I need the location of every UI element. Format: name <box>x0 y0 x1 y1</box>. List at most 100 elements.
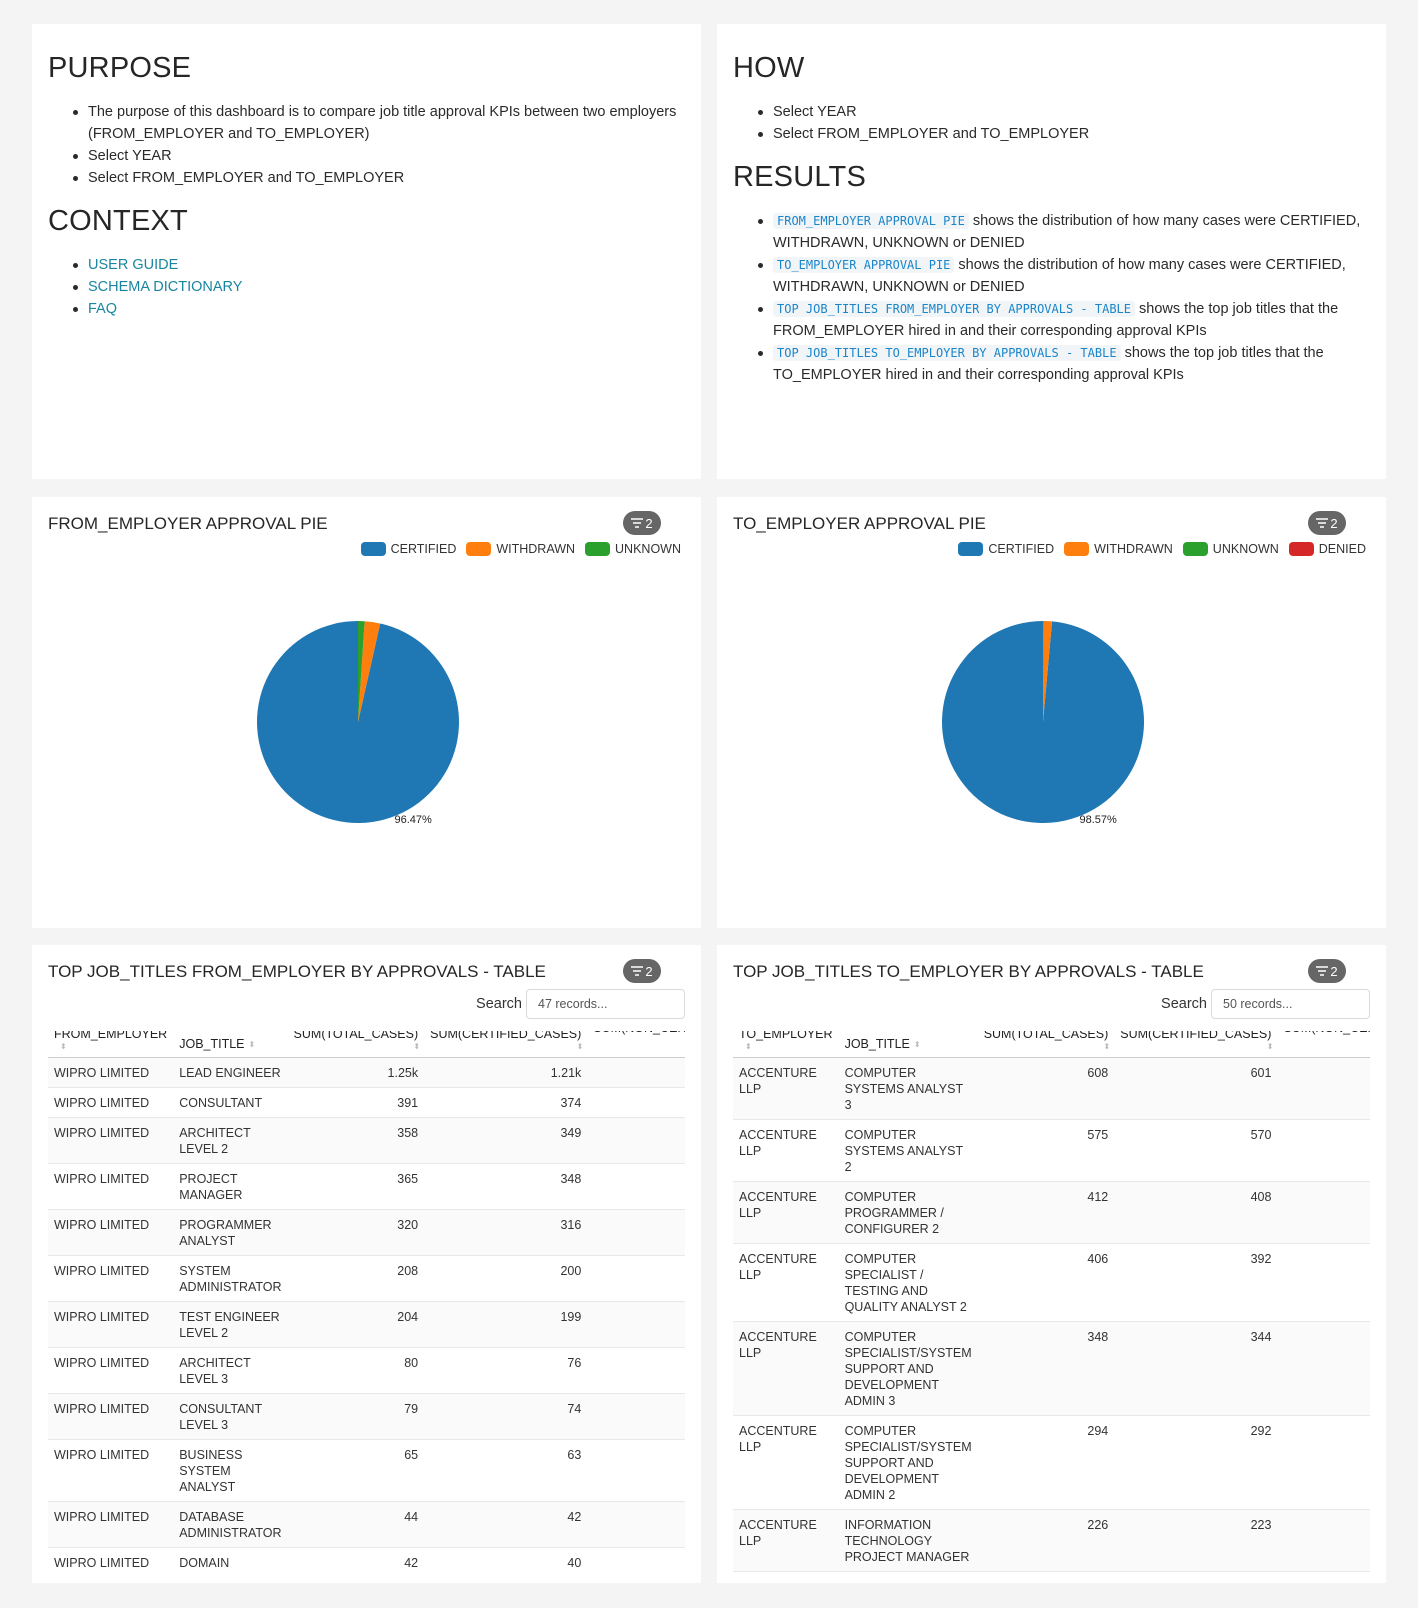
sort-icon[interactable]: ⬍ <box>1124 1043 1274 1051</box>
table-cell: BUSINESS SYSTEM ANALYST <box>173 1439 288 1502</box>
table-row[interactable]: WIPRO LIMITED DATABASE ADMINISTRATOR 44 42 <box>48 1501 685 1548</box>
context-item: USER GUIDE <box>72 254 685 276</box>
table-cell: 199 <box>424 1301 588 1348</box>
column-header[interactable]: SUM(CERTIFIED_CASES) ⬍ <box>1114 1031 1278 1058</box>
table-row[interactable]: WIPRO LIMITED SYSTEM ADMINISTRATOR 208 200 <box>48 1255 685 1302</box>
filter-icon <box>631 966 644 976</box>
table-row[interactable]: ACCENTURE LLP COMPUTER SYSTEMS ANALYST 36… <box>733 1057 1370 1120</box>
table-cell <box>587 1393 685 1440</box>
table-cell: INFORMATION TECHNOLOGY PROJECT MANAGER <box>838 1509 978 1572</box>
table-cell: 392 <box>1114 1243 1278 1322</box>
sort-icon[interactable]: ⬍ <box>745 1043 833 1051</box>
table-row[interactable]: WIPRO LIMITED CONSULTANT LEVEL 3 79 74 <box>48 1393 685 1440</box>
schema-dictionary-link[interactable]: SCHEMA DICTIONARY <box>88 279 242 295</box>
table-cell: WIPRO LIMITED <box>48 1547 174 1573</box>
table-row[interactable]: WIPRO LIMITED PROGRAMMER ANALYST 320 316 <box>48 1209 685 1256</box>
table-cell: 316 <box>424 1209 588 1256</box>
table-cell: 79 <box>287 1393 425 1440</box>
how-item: Select YEAR <box>757 101 1370 123</box>
table-cell: 294 <box>977 1415 1115 1510</box>
user-guide-link[interactable]: USER GUIDE <box>88 257 178 273</box>
table-row[interactable]: WIPRO LIMITED BUSINESS SYSTEM ANALYST 65 63 <box>48 1439 685 1502</box>
table-row[interactable]: ACCENTURE LLP COMPUTER SYSTEMS ANALYST 25… <box>733 1119 1370 1182</box>
table-row[interactable]: WIPRO LIMITED ARCHITECT LEVEL 2 358 349 <box>48 1117 685 1164</box>
faq-link[interactable]: FAQ <box>88 301 117 317</box>
context-item: SCHEMA DICTIONARY <box>72 276 685 298</box>
purpose-item: Select YEAR <box>72 145 685 167</box>
pie-slice-certified[interactable] <box>941 621 1144 823</box>
table-cell: 292 <box>1114 1415 1278 1510</box>
table-cell: WIPRO LIMITED <box>48 1301 174 1348</box>
table-row[interactable]: WIPRO LIMITED PROJECT MANAGER 365 348 <box>48 1163 685 1210</box>
column-header[interactable]: JOB_TITLE ⬍ <box>173 1031 288 1058</box>
filter-icon <box>1316 966 1329 976</box>
search-label: Search <box>1161 996 1207 1012</box>
results-item: TO_EMPLOYER APPROVAL PIE shows the distr… <box>757 254 1370 298</box>
table-cell <box>587 1255 685 1302</box>
purpose-list: The purpose of this dashboard is to comp… <box>72 101 685 189</box>
table-cell <box>1277 1119 1370 1182</box>
table-cell: 374 <box>424 1087 588 1118</box>
table-cell: 204 <box>287 1301 425 1348</box>
search-input[interactable] <box>526 989 685 1019</box>
column-header-label: TO_EMPLOYER <box>739 1031 833 1041</box>
sort-icon[interactable]: ⬍ <box>298 1043 420 1051</box>
table-cell: 226 <box>977 1509 1115 1572</box>
table-header-row: FROM_EMPLOYER ⬍ JOB_TITLE ⬍ SUM(TOTAL_CASES)… <box>48 1031 685 1058</box>
table-cell: 348 <box>977 1321 1115 1416</box>
table-row[interactable]: ACCENTURE LLP COMPUTER SPECIALIST/SYSTEM … <box>733 1415 1370 1510</box>
table-cell: WIPRO LIMITED <box>48 1117 174 1164</box>
column-header-label: SUM(NON_CERT <box>1283 1031 1370 1035</box>
pie-slice-label: 96.47% <box>394 814 432 826</box>
sort-icon[interactable]: ⬍ <box>60 1043 167 1051</box>
table-cell: TEST ENGINEER LEVEL 2 <box>173 1301 288 1348</box>
column-header-label: SUM(CERTIFIED_CASES) <box>1120 1031 1272 1041</box>
column-header[interactable]: SUM(TOTAL_CASES) ⬍ <box>977 1031 1115 1058</box>
table-cell <box>587 1501 685 1548</box>
table-cell <box>587 1117 685 1164</box>
table-row[interactable]: WIPRO LIMITED ARCHITECT LEVEL 3 80 76 <box>48 1347 685 1394</box>
table-row[interactable]: WIPRO LIMITED DOMAIN 42 40 <box>48 1547 685 1573</box>
table-cell: 344 <box>1114 1321 1278 1416</box>
table-cell: ACCENTURE LLP <box>733 1321 839 1416</box>
column-header[interactable]: SUM(CERTIFIED_CASES) ⬍ <box>424 1031 588 1058</box>
table-cell: 1.21k <box>424 1057 588 1088</box>
table-cell: 63 <box>424 1439 588 1502</box>
column-header[interactable]: JOB_TITLE ⬍ <box>838 1031 978 1058</box>
filter-count: 2 <box>1330 963 1338 979</box>
column-header[interactable]: SUM(TOTAL_CASES) ⬍ <box>287 1031 425 1058</box>
code-span: TOP JOB_TITLES TO_EMPLOYER BY APPROVALS … <box>773 345 1121 361</box>
table-cell: 348 <box>424 1163 588 1210</box>
sort-icon[interactable]: ⬍ <box>914 1040 921 1049</box>
table-row[interactable]: WIPRO LIMITED CONSULTANT 391 374 <box>48 1087 685 1118</box>
table-cell <box>1277 1243 1370 1322</box>
table-row[interactable]: ACCENTURE LLP COMPUTER SPECIALIST/SYSTEM … <box>733 1321 1370 1416</box>
table-row[interactable]: ACCENTURE LLP INFORMATION TECHNOLOGY PROJ… <box>733 1509 1370 1572</box>
column-header[interactable]: FROM_EMPLOYER ⬍ <box>48 1031 174 1058</box>
table-cell: 80 <box>287 1347 425 1394</box>
table-row[interactable]: ACCENTURE LLP COMPUTER SPECIALIST / TESTI… <box>733 1243 1370 1322</box>
table-cell: ACCENTURE LLP <box>733 1057 839 1120</box>
table-cell: WIPRO LIMITED <box>48 1163 174 1210</box>
table-cell <box>587 1057 685 1088</box>
sort-icon[interactable]: ⬍ <box>249 1040 256 1049</box>
purpose-item: The purpose of this dashboard is to comp… <box>72 101 685 145</box>
table-row[interactable]: ACCENTURE LLP COMPUTER PROGRAMMER / CONFI… <box>733 1181 1370 1244</box>
table-cell <box>587 1301 685 1348</box>
column-header[interactable]: SUM(NON_CERT <box>587 1031 685 1058</box>
filter-badge[interactable]: 2 <box>623 959 661 983</box>
from-employer-pie-panel: FROM_EMPLOYER APPROVAL PIE 2 CERTIFIED WI… <box>32 497 701 928</box>
filter-badge[interactable]: 2 <box>1308 959 1346 983</box>
search-input[interactable] <box>1211 989 1370 1019</box>
table-row[interactable]: WIPRO LIMITED LEAD ENGINEER 1.25k 1.21k <box>48 1057 685 1088</box>
column-header[interactable]: TO_EMPLOYER ⬍ <box>733 1031 839 1058</box>
table-cell: WIPRO LIMITED <box>48 1209 174 1256</box>
sort-icon[interactable]: ⬍ <box>988 1043 1111 1051</box>
table-row[interactable]: WIPRO LIMITED TEST ENGINEER LEVEL 2 204 199 <box>48 1301 685 1348</box>
sort-icon[interactable]: ⬍ <box>434 1043 584 1051</box>
column-header[interactable]: SUM(NON_CERT <box>1277 1031 1370 1058</box>
table-cell: 406 <box>977 1243 1115 1322</box>
table-cell: 42 <box>287 1547 425 1573</box>
column-header-label: SUM(TOTAL_CASES) <box>983 1031 1109 1041</box>
table-cell: 408 <box>1114 1181 1278 1244</box>
